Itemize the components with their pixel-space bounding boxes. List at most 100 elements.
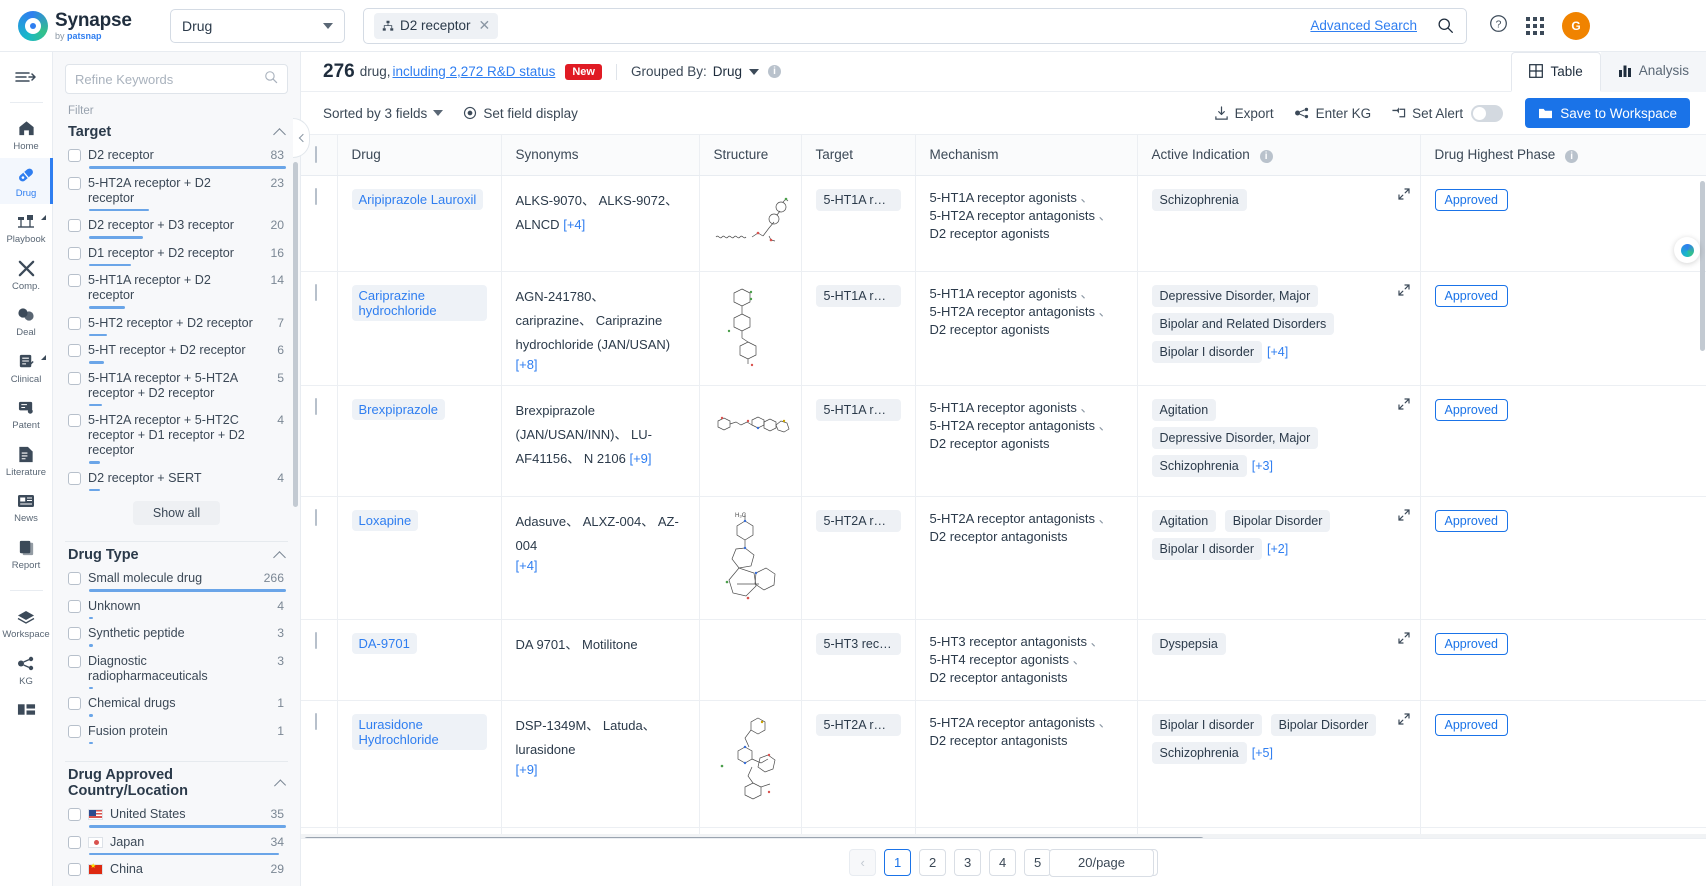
- sidebar-item-drug[interactable]: Drug: [0, 157, 53, 204]
- enter-kg-button[interactable]: Enter KG: [1294, 106, 1371, 121]
- target-pill[interactable]: 5-HT1A recep...: [815, 284, 901, 307]
- column-header-active-indication[interactable]: Active Indication i: [1137, 135, 1421, 176]
- drug-link[interactable]: Aripiprazole Lauroxil: [351, 188, 484, 210]
- indications-more-link[interactable]: [+2]: [1267, 542, 1288, 556]
- checkbox[interactable]: [68, 344, 81, 357]
- indication-pill[interactable]: Schizophrenia: [1151, 188, 1247, 211]
- filter-item[interactable]: D1 receptor + D2 receptor 16: [53, 244, 300, 272]
- indication-pill[interactable]: Agitation: [1151, 398, 1217, 421]
- target-pill[interactable]: 5-HT1A recep...: [815, 188, 901, 211]
- expand-icon[interactable]: [1397, 187, 1410, 203]
- sidebar-item-patent[interactable]: Patent: [0, 390, 53, 437]
- indication-pill[interactable]: Schizophrenia: [1151, 741, 1247, 764]
- row-checkbox[interactable]: [315, 397, 317, 415]
- row-checkbox[interactable]: [315, 283, 317, 301]
- column-header-drug-highest-phase[interactable]: Drug Highest Phase i: [1420, 135, 1706, 176]
- cell-structure[interactable]: H₃C: [699, 496, 802, 620]
- synonyms-more-link[interactable]: [+4]: [563, 217, 585, 232]
- column-header-target[interactable]: Target: [801, 135, 916, 176]
- indication-pill[interactable]: Bipolar and Related Disorders: [1151, 312, 1335, 335]
- cell-structure[interactable]: [699, 385, 802, 497]
- select-all-checkbox[interactable]: [315, 146, 317, 164]
- sidebar-item-clinical[interactable]: Clinical: [0, 344, 53, 391]
- row-checkbox[interactable]: [315, 187, 317, 205]
- tab-table[interactable]: Table: [1511, 51, 1601, 92]
- indications-more-link[interactable]: [+4]: [1267, 345, 1288, 359]
- indication-pill[interactable]: Bipolar I disorder: [1151, 537, 1262, 560]
- table-row[interactable]: DA-9701 DA 9701、 Motilitone 5-HT3 recept…: [301, 619, 1706, 701]
- column-header-synonyms[interactable]: Synonyms: [501, 135, 700, 176]
- cell-structure[interactable]: [699, 700, 802, 828]
- indication-pill[interactable]: Agitation: [1151, 509, 1217, 532]
- row-checkbox[interactable]: [315, 712, 317, 730]
- sidebar-item-workspace[interactable]: Workspace: [0, 599, 53, 646]
- column-header-drug[interactable]: Drug: [337, 135, 502, 176]
- grouped-by-value[interactable]: Drug: [713, 64, 742, 79]
- show-all-targets-button[interactable]: Show all: [132, 501, 221, 525]
- filter-item[interactable]: Japan 34: [53, 833, 300, 861]
- apps-grid-icon[interactable]: [1526, 16, 1544, 35]
- checkbox[interactable]: [68, 697, 81, 710]
- search-icon[interactable]: [1437, 17, 1454, 34]
- sidebar-item-news[interactable]: News: [0, 483, 53, 530]
- table-row[interactable]: Cariprazine hydrochloride AGN-241780、 ca…: [301, 271, 1706, 386]
- tab-analysis[interactable]: Analysis: [1600, 51, 1706, 92]
- expand-icon[interactable]: [1397, 283, 1410, 299]
- indication-pill[interactable]: Bipolar I disorder: [1151, 340, 1262, 363]
- checkbox[interactable]: [68, 149, 81, 162]
- search-icon[interactable]: [264, 70, 278, 89]
- filter-item[interactable]: 5-HT2 receptor + D2 receptor 7: [53, 314, 300, 342]
- close-icon[interactable]: ✕: [479, 17, 491, 34]
- drug-link[interactable]: Cariprazine hydrochloride: [351, 284, 487, 321]
- phase-badge[interactable]: Approved: [1434, 509, 1509, 532]
- checkbox[interactable]: [68, 316, 81, 330]
- row-checkbox[interactable]: [315, 508, 317, 526]
- search-chip-d2-receptor[interactable]: D2 receptor ✕: [374, 12, 499, 39]
- search-bar[interactable]: D2 receptor ✕ Advanced Search: [363, 7, 1467, 44]
- info-icon[interactable]: i: [1565, 149, 1579, 163]
- help-icon[interactable]: ?: [1489, 14, 1508, 38]
- filter-item[interactable]: Small molecule drug 266: [53, 569, 300, 597]
- export-button[interactable]: Export: [1214, 106, 1274, 121]
- indications-more-link[interactable]: [+3]: [1252, 459, 1273, 473]
- sidebar-item-deal[interactable]: Deal: [0, 297, 53, 344]
- set-alert-toggle[interactable]: [1471, 104, 1504, 122]
- info-icon[interactable]: i: [768, 65, 782, 78]
- per-page-select[interactable]: 20/page: [1049, 848, 1154, 877]
- pagination-page-2[interactable]: 2: [919, 849, 947, 876]
- phase-badge[interactable]: Approved: [1434, 632, 1509, 655]
- save-to-workspace-button[interactable]: Save to Workspace: [1525, 98, 1690, 128]
- drug-link[interactable]: Lurasidone Hydrochloride: [351, 713, 487, 750]
- drug-link[interactable]: DA-9701: [351, 632, 417, 654]
- sidebar-item-home[interactable]: Home: [0, 111, 53, 158]
- sidebar-item-playbook[interactable]: Playbook: [0, 204, 53, 251]
- info-icon[interactable]: i: [1259, 149, 1273, 163]
- expand-icon[interactable]: [1397, 712, 1410, 728]
- avatar[interactable]: G: [1562, 11, 1590, 40]
- app-logo[interactable]: Synapse by patsnap: [18, 10, 156, 41]
- indication-pill[interactable]: Bipolar Disorder: [1270, 713, 1377, 736]
- table-vertical-scrollbar[interactable]: [1700, 181, 1705, 351]
- indication-pill[interactable]: Bipolar I disorder: [1151, 713, 1262, 736]
- checkbox[interactable]: [68, 246, 81, 260]
- filter-item[interactable]: 5-HT1A receptor + 5-HT2A receptor + D2 r…: [53, 369, 300, 412]
- expand-icon[interactable]: [1397, 397, 1410, 413]
- filter-item[interactable]: D2 receptor + SERT 4: [53, 469, 300, 497]
- phase-badge[interactable]: Approved: [1434, 188, 1509, 211]
- expand-icon[interactable]: [1397, 631, 1410, 647]
- checkbox[interactable]: [68, 572, 81, 585]
- sidebar-item-report[interactable]: Report: [0, 530, 53, 577]
- refine-keywords-input[interactable]: [75, 71, 264, 87]
- indication-pill[interactable]: Dyspepsia: [1151, 632, 1226, 655]
- table-row[interactable]: Brexpiprazole Brexpiprazole (JAN/USAN/IN…: [301, 385, 1706, 497]
- checkbox[interactable]: [68, 471, 81, 485]
- filter-panel-scrollbar[interactable]: [293, 162, 298, 507]
- checkbox[interactable]: [68, 627, 81, 640]
- checkbox[interactable]: [68, 808, 81, 821]
- synonyms-more-link[interactable]: [+9]: [629, 451, 651, 466]
- filter-item[interactable]: Unknown 4: [53, 597, 300, 625]
- target-pill[interactable]: 5-HT2A recep...: [815, 713, 901, 736]
- checkbox[interactable]: [68, 654, 81, 668]
- set-field-display-button[interactable]: Set field display: [463, 106, 578, 121]
- refine-keywords-box[interactable]: [65, 64, 288, 94]
